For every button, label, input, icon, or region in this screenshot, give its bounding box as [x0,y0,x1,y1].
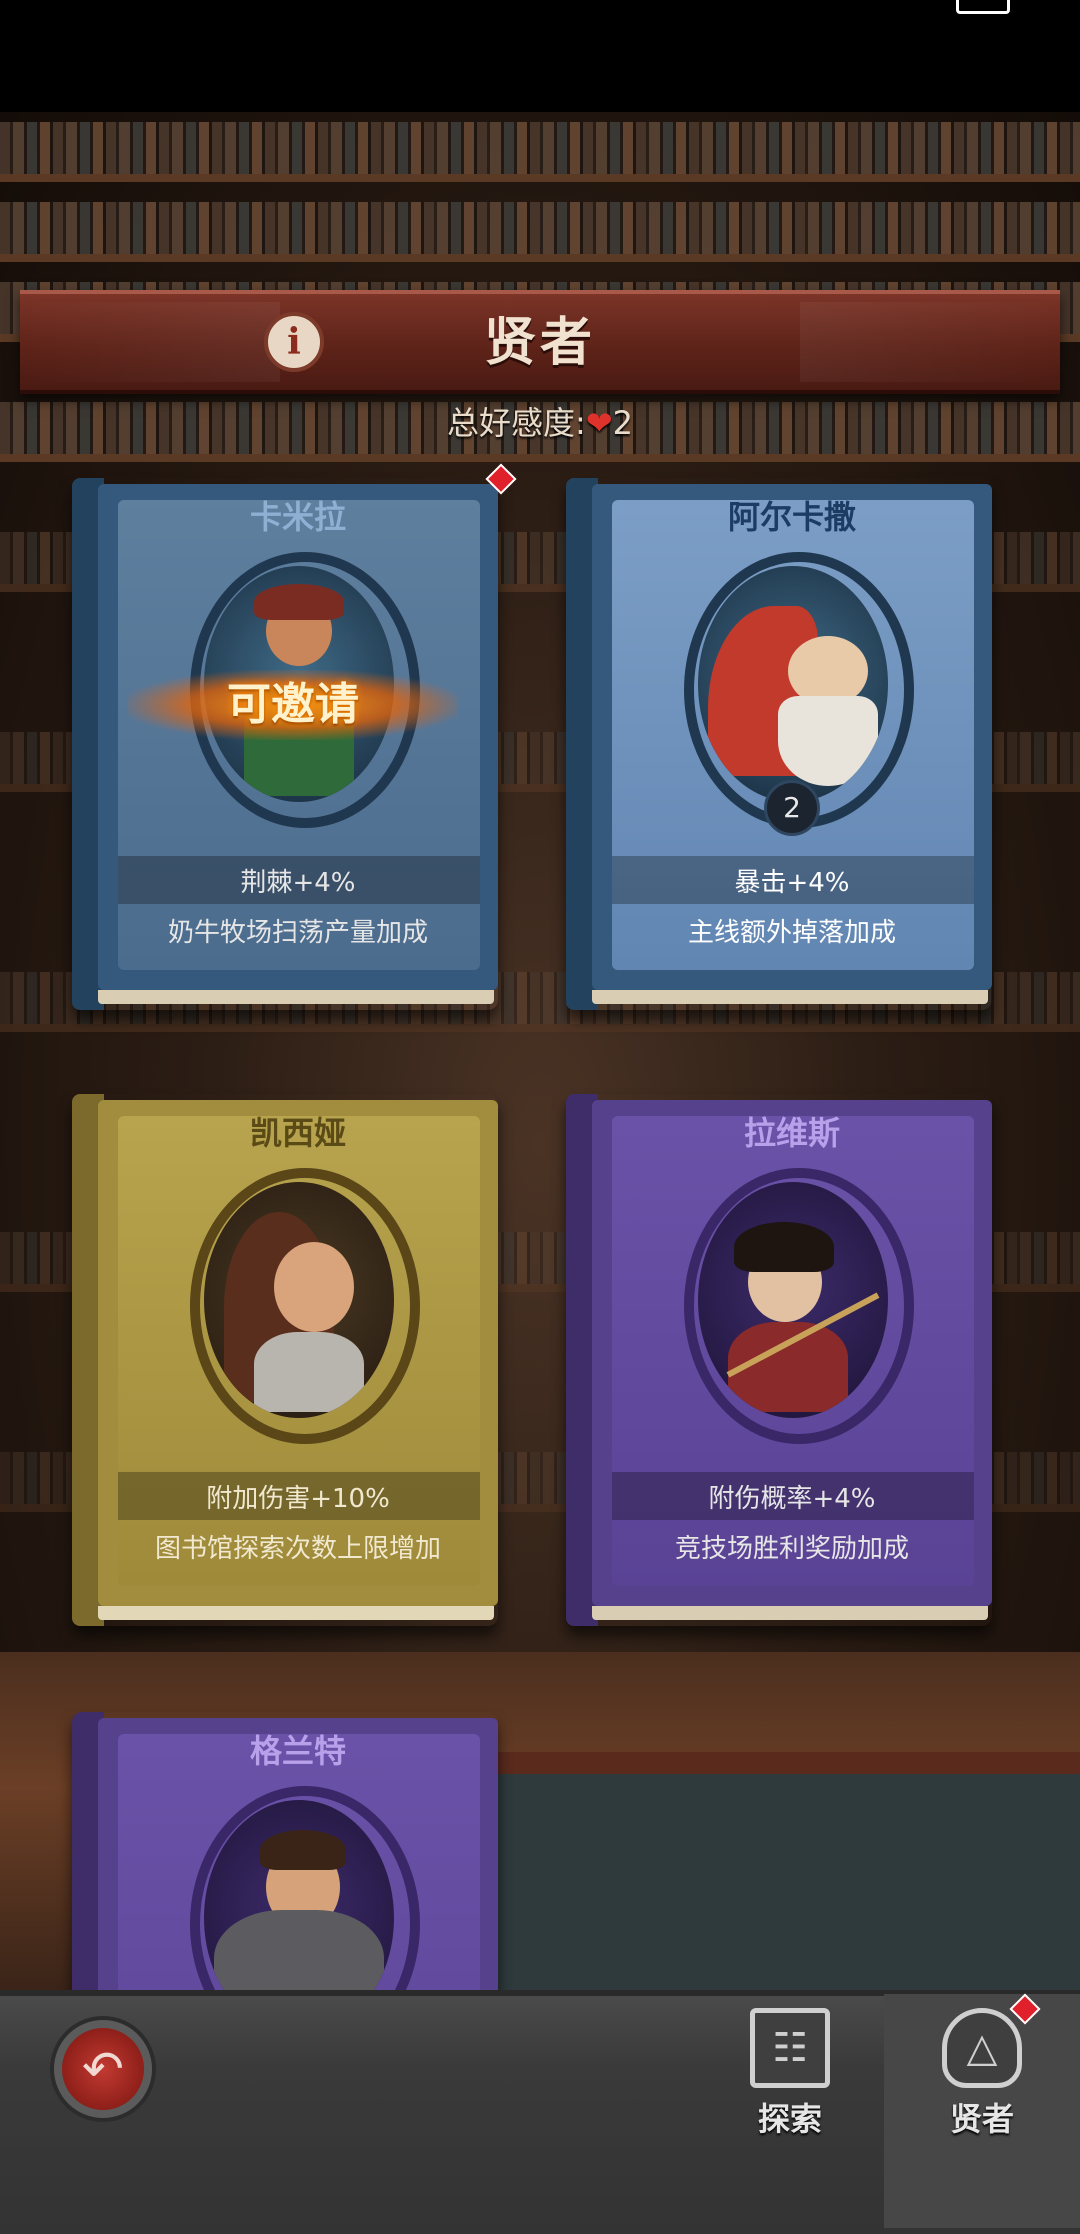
sage-portrait [698,566,888,802]
sage-stat: 附加伤害+10% [206,1484,390,1514]
total-favor-label: 总好感度: [447,404,586,442]
tab-sage-label: 贤者 [949,2100,1014,2138]
back-arrow-icon[interactable]: ↶ [54,2020,152,2118]
sage-name: 阿尔卡撒 [727,498,856,536]
sage-stat: 荆棘+4% [240,868,356,898]
sage-name: 格兰特 [249,1732,346,1770]
sage-level: 2 [764,780,820,836]
sage-stat: 附伤概率+4% [708,1484,876,1514]
sage-bonus: 奶牛牧场扫荡产量加成 [167,918,428,948]
sage-bonus: 图书馆探索次数上限增加 [154,1534,441,1564]
sage-portrait [204,1182,394,1418]
sage-bonus: 竞技场胜利奖励加成 [674,1534,909,1564]
tab-sage[interactable]: △ 贤者 [922,1993,1042,2138]
tab-explore-label: 探索 [757,2100,822,2138]
bookshelf-icon: ☷ [750,2008,830,2088]
sage-card-lavis[interactable]: 拉维斯 附伤概率+4% 竞技场胜利奖励加成 [566,1094,992,1626]
status-bar [0,0,1080,112]
invite-badge: 可邀请 [128,670,458,740]
sage-stat: 暴击+4% [734,868,850,898]
sage-card-alkasa[interactable]: 阿尔卡撒 2 暴击+4% 主线额外掉落加成 [566,478,992,1010]
sage-card-grant[interactable]: 格兰特 [72,1712,498,1990]
page-title: 贤者 [483,313,596,373]
sage-card-kasia[interactable]: 凯西娅 附加伤害+10% 图书馆探索次数上限增加 [72,1094,498,1626]
battery-icon [956,0,1010,14]
sage-bonus: 主线额外掉落加成 [687,918,896,948]
sage-hood-icon: △ [942,2008,1022,2088]
sage-portrait [698,1182,888,1418]
tab-explore[interactable]: ☷ 探索 [730,2000,850,2138]
heart-icon: ❤ [585,404,613,442]
sage-name: 卡米拉 [249,498,346,536]
sage-card-camilla[interactable]: 卡米拉 可邀请 荆棘+4% 奶牛牧场扫荡产量加成 [72,463,517,1010]
sage-name: 凯西娅 [249,1114,346,1152]
total-favor-value: 2 [612,404,633,442]
total-favor: 总好感度:❤2 [0,398,1080,444]
sage-name: 拉维斯 [743,1114,840,1152]
